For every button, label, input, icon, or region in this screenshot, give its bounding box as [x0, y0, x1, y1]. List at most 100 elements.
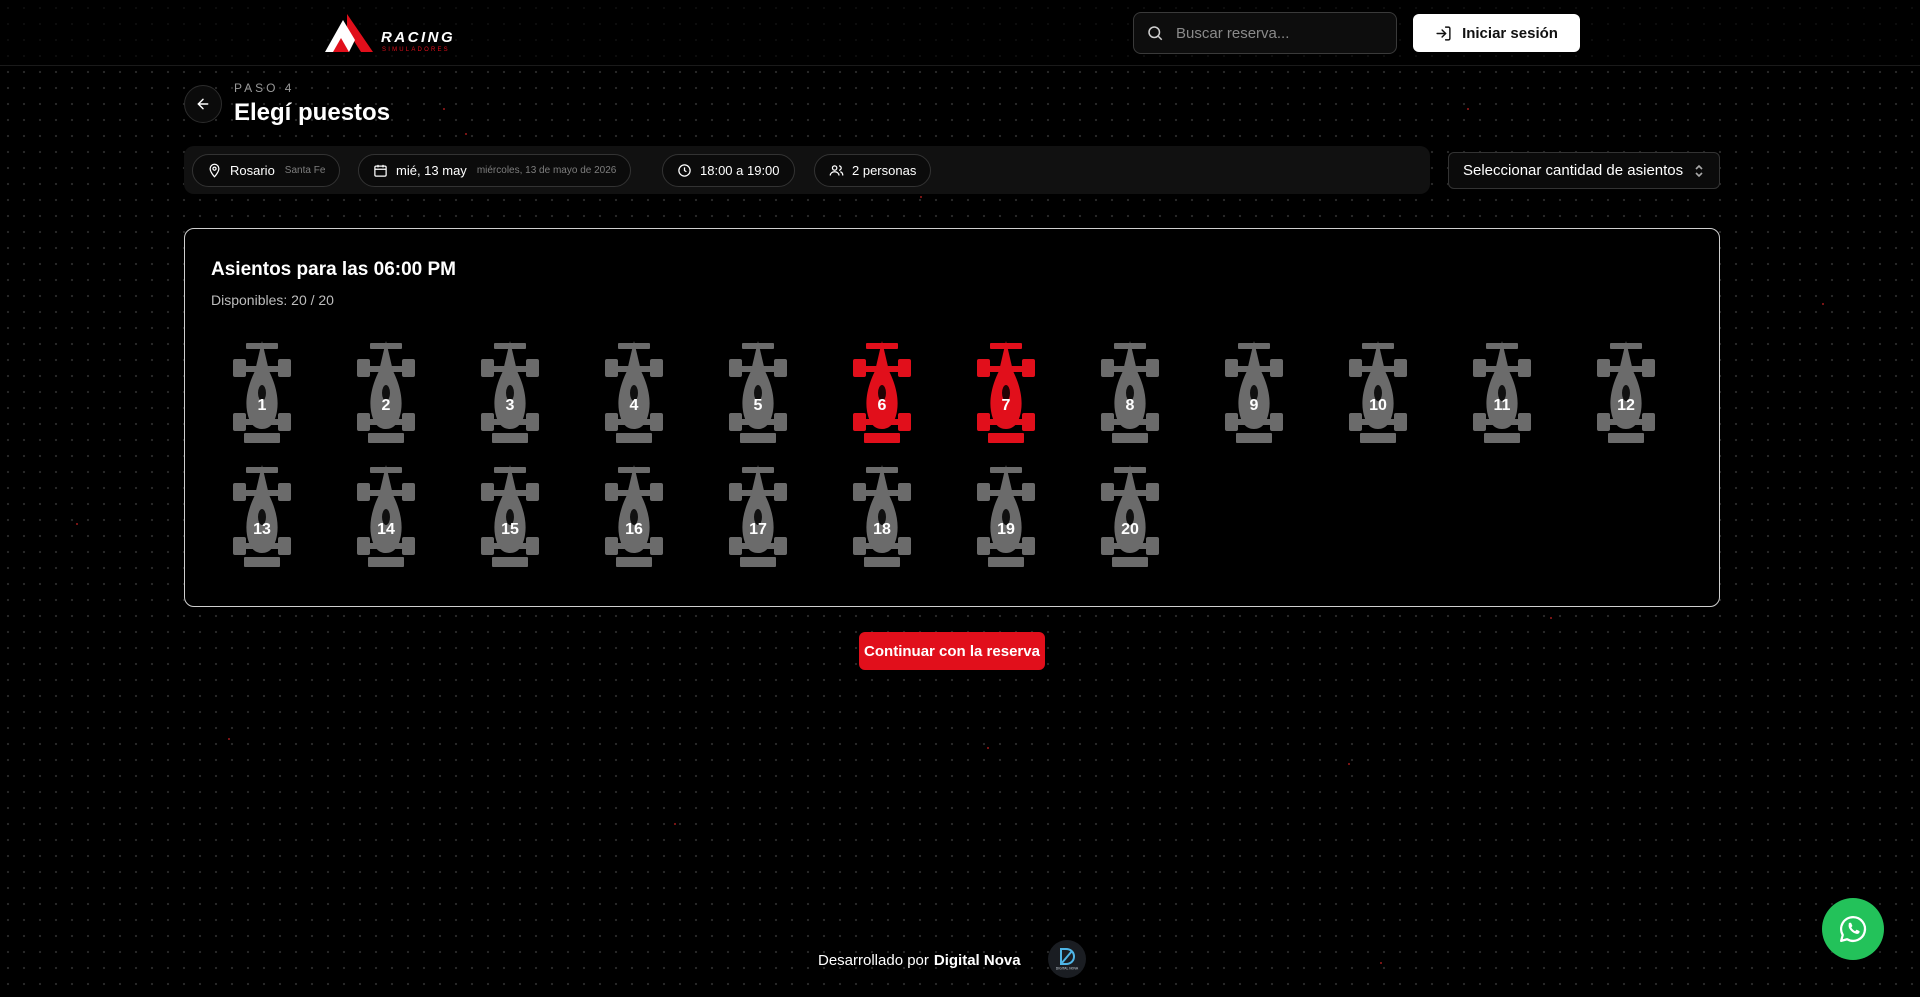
background-speck	[1380, 962, 1382, 964]
seat-number: 18	[873, 521, 891, 538]
location-label: Rosario	[230, 163, 275, 178]
seat[interactable]: 20	[1098, 465, 1162, 569]
race-car-icon	[233, 341, 291, 443]
time-chip[interactable]: 18:00 a 19:00	[662, 154, 795, 187]
seat-selected[interactable]: 7	[974, 341, 1038, 445]
seat[interactable]: 2	[354, 341, 418, 445]
seat[interactable]: 9	[1222, 341, 1286, 445]
seat-count-select[interactable]: Seleccionar cantidad de asientos	[1448, 152, 1720, 189]
people-chip[interactable]: 2 personas	[814, 154, 932, 187]
background-speck	[1822, 303, 1824, 305]
race-car-icon	[977, 341, 1035, 443]
seat[interactable]: 12	[1594, 341, 1658, 445]
seat[interactable]: 10	[1346, 341, 1410, 445]
seat-number: 14	[377, 521, 395, 538]
race-car-icon	[357, 465, 415, 567]
seat[interactable]: 1	[230, 341, 294, 445]
seat[interactable]: 11	[1470, 341, 1534, 445]
seat-selected[interactable]: 6	[850, 341, 914, 445]
time-label: 18:00 a 19:00	[700, 163, 780, 178]
race-car-icon	[605, 341, 663, 443]
footer-brand[interactable]: Digital Nova	[934, 952, 1021, 969]
search-box[interactable]	[1133, 12, 1397, 54]
whatsapp-icon	[1840, 915, 1867, 942]
seat[interactable]: 5	[726, 341, 790, 445]
seat-number: 20	[1121, 521, 1139, 538]
seat[interactable]: 13	[230, 465, 294, 569]
race-car-icon	[1101, 341, 1159, 443]
logo-subtitle: SIMULADORES	[382, 47, 450, 53]
seat-number: 12	[1617, 397, 1635, 414]
seats-panel: Asientos para las 06:00 PM Disponibles: …	[184, 228, 1720, 607]
race-car-icon	[853, 465, 911, 567]
background-speck	[1348, 763, 1350, 765]
racing-logo[interactable]: RACING SIMULADORES	[325, 12, 455, 56]
reservation-summary-bar: Rosario Santa Fe mié, 13 may miércoles, …	[184, 146, 1430, 194]
seat[interactable]: 14	[354, 465, 418, 569]
seat[interactable]: 17	[726, 465, 790, 569]
seat[interactable]: 8	[1098, 341, 1162, 445]
background-speck	[443, 108, 445, 110]
seat[interactable]: 4	[602, 341, 666, 445]
search-input[interactable]	[1176, 24, 1376, 42]
background-speck	[920, 196, 922, 198]
login-button[interactable]: Iniciar sesión	[1413, 14, 1580, 52]
seat-number: 6	[877, 397, 887, 414]
chevron-up-down-icon	[1695, 164, 1703, 177]
seat[interactable]: 15	[478, 465, 542, 569]
background-speck	[987, 747, 989, 749]
digital-nova-logo-icon: DIGITAL NOVA	[1056, 948, 1079, 971]
race-car-icon	[1101, 465, 1159, 567]
race-car-icon	[481, 465, 539, 567]
digital-nova-logo[interactable]: DIGITAL NOVA	[1048, 940, 1086, 978]
search-icon	[1148, 26, 1163, 41]
seat-number: 3	[505, 397, 515, 414]
log-in-icon	[1436, 25, 1451, 41]
race-car-icon	[233, 465, 291, 567]
background-speck	[1550, 617, 1552, 619]
clock-icon	[678, 164, 691, 177]
seat[interactable]: 3	[478, 341, 542, 445]
date-label: mié, 13 may	[396, 163, 467, 178]
users-icon	[829, 165, 844, 176]
seat-grid: 1 2 3 4 5 6 7 8 9 10 11 12 13 14 15 16 17 18 19 20	[185, 229, 1719, 606]
people-label: 2 personas	[852, 163, 917, 178]
background-speck	[1467, 108, 1469, 110]
seat[interactable]: 19	[974, 465, 1038, 569]
background-speck	[228, 738, 230, 740]
seat-number: 1	[257, 397, 267, 414]
race-car-icon	[1349, 341, 1407, 443]
race-car-icon	[977, 465, 1035, 567]
seat-number: 16	[625, 521, 643, 538]
seat-number: 10	[1369, 397, 1387, 414]
seat-number: 15	[501, 521, 519, 538]
login-button-label: Iniciar sesión	[1462, 24, 1558, 42]
background-speck	[76, 523, 78, 525]
back-button[interactable]	[184, 85, 222, 123]
seat-number: 4	[629, 397, 639, 414]
seat-number: 8	[1125, 397, 1135, 414]
seat[interactable]: 16	[602, 465, 666, 569]
race-car-icon	[481, 341, 539, 443]
seat-count-select-label: Seleccionar cantidad de asientos	[1463, 162, 1684, 179]
calendar-icon	[374, 164, 387, 177]
continue-reservation-button[interactable]: Continuar con la reserva	[859, 632, 1045, 670]
race-car-icon	[1597, 341, 1655, 443]
seat-number: 2	[381, 397, 391, 414]
whatsapp-button[interactable]	[1822, 898, 1884, 960]
step-label: PASO 4	[234, 81, 295, 95]
seat-number: 7	[1001, 397, 1011, 414]
logo-wordmark: RACING	[381, 29, 456, 46]
race-car-icon	[357, 341, 415, 443]
race-car-icon	[1473, 341, 1531, 443]
race-car-icon	[729, 465, 787, 567]
location-chip[interactable]: Rosario Santa Fe	[192, 154, 341, 187]
arrow-left-icon	[197, 98, 209, 110]
seat[interactable]: 18	[850, 465, 914, 569]
seat-number: 19	[997, 521, 1015, 538]
footer-prefix: Desarrollado por	[818, 951, 929, 969]
page-title: Elegí puestos	[234, 99, 391, 126]
location-sub: Santa Fe	[284, 165, 326, 176]
seat-number: 17	[749, 521, 767, 538]
date-chip[interactable]: mié, 13 may miércoles, 13 de mayo de 202…	[358, 154, 632, 187]
